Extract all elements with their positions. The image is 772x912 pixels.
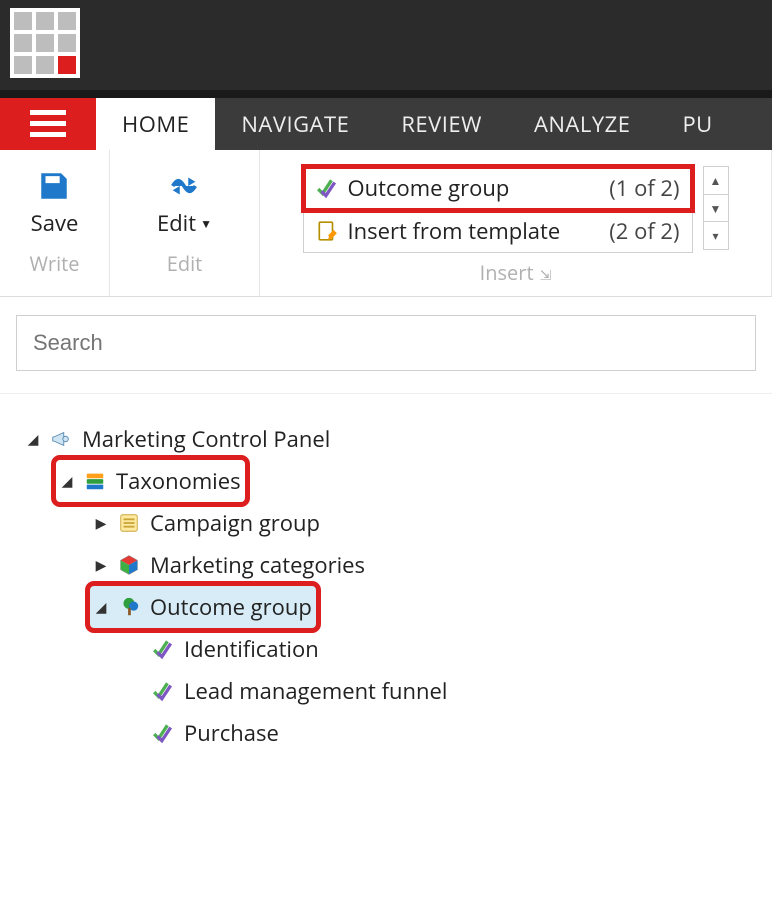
app-logo-icon bbox=[10, 8, 80, 78]
dropdown-icon: ▼ bbox=[200, 215, 212, 232]
expand-icon[interactable]: ▶ bbox=[94, 556, 108, 575]
tree-label: Marketing categories bbox=[150, 550, 365, 580]
group-title-edit: Edit bbox=[167, 244, 203, 287]
insert-scroll-up[interactable]: ▲ bbox=[704, 167, 728, 195]
tree-node-purchase[interactable]: Purchase bbox=[124, 712, 772, 754]
tree-node-lead-management-funnel[interactable]: Lead management funnel bbox=[124, 670, 772, 712]
top-bar-divider bbox=[0, 90, 772, 98]
tab-navigate[interactable]: NAVIGATE bbox=[215, 98, 375, 150]
checkmark-icon bbox=[316, 177, 338, 199]
tree-label: Taxonomies bbox=[116, 466, 241, 496]
tab-home[interactable]: HOME bbox=[96, 98, 215, 150]
tree-label: Purchase bbox=[184, 718, 279, 748]
ribbon-group-insert: Outcome group (1 of 2) Insert from templ… bbox=[260, 150, 772, 296]
list-icon bbox=[118, 512, 140, 534]
tab-publish[interactable]: PU bbox=[656, 98, 738, 150]
content-tree: ◢ Marketing Control Panel ◢ Taxonomies bbox=[0, 394, 772, 794]
ribbon: Save Write Edit ▼ Edit bbox=[0, 150, 772, 297]
tree-node-taxonomies[interactable]: ◢ Taxonomies bbox=[56, 460, 245, 502]
save-label: Save bbox=[31, 208, 79, 238]
group-title-write: Write bbox=[29, 244, 79, 287]
template-icon bbox=[316, 220, 338, 242]
tab-analyze[interactable]: ANALYZE bbox=[508, 98, 656, 150]
expand-icon[interactable]: ◢ bbox=[94, 598, 108, 617]
checkmark-icon bbox=[152, 638, 174, 660]
save-icon bbox=[36, 168, 72, 204]
save-button[interactable]: Save bbox=[31, 168, 79, 238]
tree-label: Identification bbox=[184, 634, 319, 664]
checkmark-icon bbox=[152, 722, 174, 744]
tree-label: Campaign group bbox=[150, 508, 320, 538]
ribbon-group-write: Save Write bbox=[0, 150, 110, 296]
hamburger-icon bbox=[30, 110, 66, 138]
edit-icon bbox=[166, 168, 202, 204]
insert-scroll-expand[interactable]: ▾ bbox=[704, 222, 728, 249]
tree-node-marketing-control-panel[interactable]: ◢ Marketing Control Panel bbox=[22, 418, 772, 460]
insert-option-label: Insert from template bbox=[348, 216, 561, 246]
app-top-bar bbox=[0, 0, 772, 90]
expand-icon[interactable]: ◢ bbox=[60, 472, 74, 491]
search-input[interactable] bbox=[16, 315, 756, 371]
tree-node-identification[interactable]: Identification bbox=[124, 628, 772, 670]
edit-button[interactable]: Edit ▼ bbox=[157, 168, 212, 238]
tree-color-icon bbox=[118, 596, 140, 618]
tree-label: Marketing Control Panel bbox=[82, 424, 330, 454]
menu-button[interactable] bbox=[0, 98, 96, 150]
expand-icon[interactable]: ◢ bbox=[26, 430, 40, 449]
group-title-insert: Insert bbox=[480, 253, 552, 296]
insert-option-label: Outcome group bbox=[348, 173, 510, 203]
edit-label: Edit bbox=[157, 208, 196, 238]
expand-icon[interactable]: ▶ bbox=[94, 514, 108, 533]
main-nav: HOME NAVIGATE REVIEW ANALYZE PU bbox=[0, 98, 772, 150]
insert-options-list: Outcome group (1 of 2) Insert from templ… bbox=[303, 166, 693, 253]
tree-node-marketing-categories[interactable]: ▶ Marketing categories bbox=[90, 544, 772, 586]
insert-scroll: ▲ ▼ ▾ bbox=[703, 166, 729, 250]
insert-option-count: (1 of 2) bbox=[609, 173, 679, 203]
insert-option-template[interactable]: Insert from template (2 of 2) bbox=[304, 210, 692, 252]
tree-node-outcome-group[interactable]: ◢ Outcome group bbox=[90, 586, 316, 628]
insert-option-count: (2 of 2) bbox=[609, 216, 679, 246]
tree-label: Outcome group bbox=[150, 592, 312, 622]
ribbon-group-edit: Edit ▼ Edit bbox=[110, 150, 260, 296]
stack-icon bbox=[84, 470, 106, 492]
tree-node-campaign-group[interactable]: ▶ Campaign group bbox=[90, 502, 772, 544]
tree-label: Lead management funnel bbox=[184, 676, 447, 706]
tab-review[interactable]: REVIEW bbox=[375, 98, 508, 150]
insert-scroll-down[interactable]: ▼ bbox=[704, 195, 728, 223]
insert-option-outcome-group[interactable]: Outcome group (1 of 2) bbox=[304, 167, 692, 210]
cube-icon bbox=[118, 554, 140, 576]
search-area bbox=[0, 297, 772, 394]
megaphone-icon bbox=[50, 428, 72, 450]
checkmark-icon bbox=[152, 680, 174, 702]
